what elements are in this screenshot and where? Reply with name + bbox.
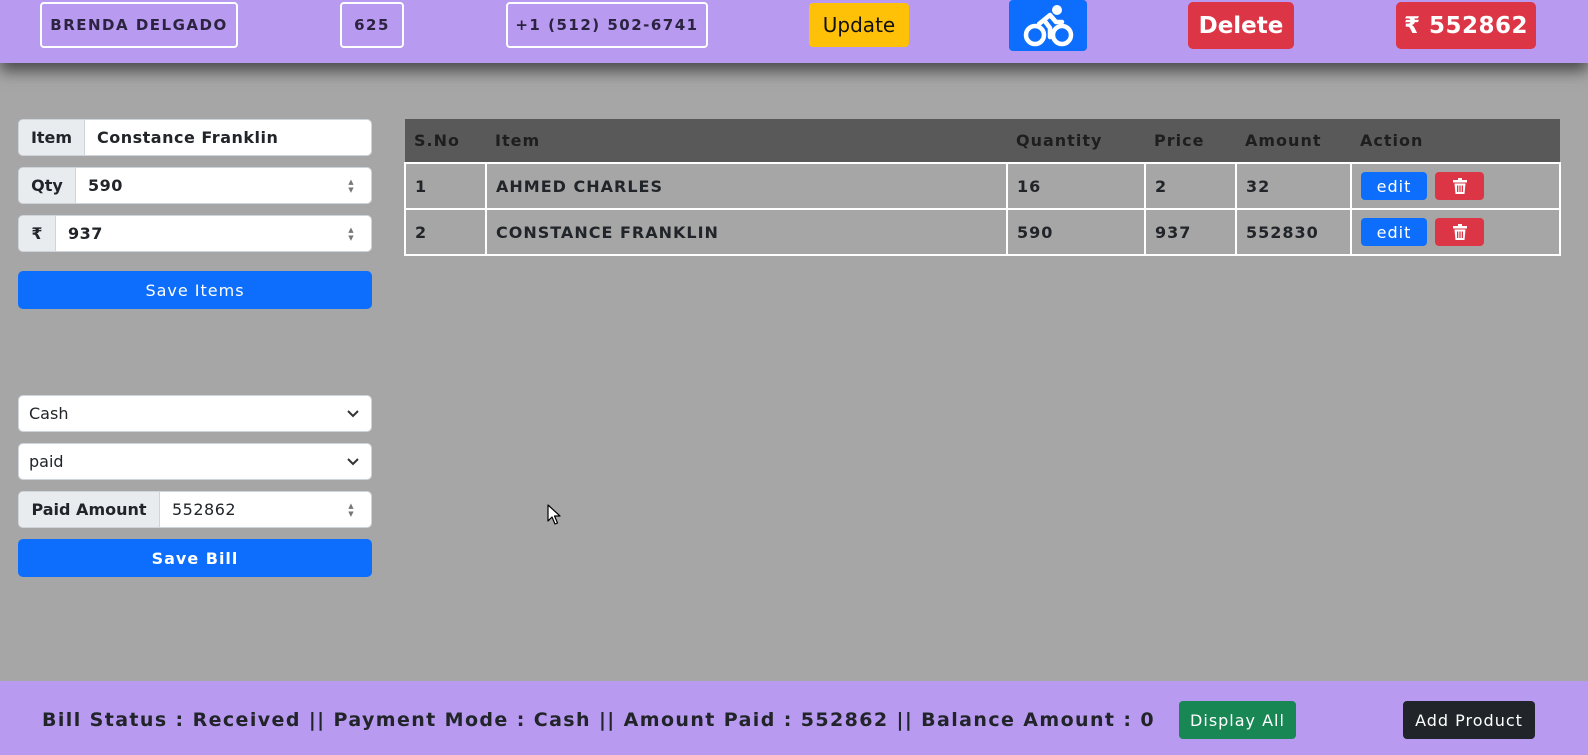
header-item: Item bbox=[486, 119, 1007, 164]
header-quantity: Quantity bbox=[1007, 119, 1145, 164]
items-table: S.No Item Quantity Price Amount Action 1… bbox=[404, 119, 1561, 256]
display-all-button[interactable]: Display All bbox=[1179, 701, 1296, 739]
top-bar: BRENDA DELGADO 625 +1 (512) 502-6741 Upd… bbox=[0, 0, 1588, 63]
total-amount-badge: ₹ 552862 bbox=[1396, 2, 1536, 49]
paid-amount-input[interactable]: 552862 bbox=[160, 492, 343, 527]
table-header-row: S.No Item Quantity Price Amount Action bbox=[405, 119, 1560, 164]
chevron-down-icon bbox=[347, 457, 359, 465]
header-sno: S.No bbox=[405, 119, 486, 164]
price-stepper[interactable]: ▲ ▼ bbox=[343, 216, 359, 251]
delivery-button[interactable] bbox=[1009, 0, 1087, 51]
qty-stepper[interactable]: ▲ ▼ bbox=[343, 168, 359, 203]
qty-label: Qty bbox=[19, 168, 76, 203]
delete-row-button[interactable] bbox=[1435, 218, 1484, 246]
cell-quantity: 590 bbox=[1006, 208, 1146, 256]
trash-icon bbox=[1452, 178, 1467, 194]
payment-mode-select[interactable]: Cash bbox=[18, 395, 372, 432]
price-input[interactable]: 937 bbox=[56, 216, 343, 251]
save-items-button[interactable]: Save Items bbox=[18, 271, 372, 309]
phone-number: +1 (512) 502-6741 bbox=[515, 16, 699, 34]
update-button[interactable]: Update bbox=[809, 3, 909, 47]
payment-mode-value: Cash bbox=[29, 404, 69, 423]
mouse-cursor-icon bbox=[547, 504, 561, 525]
cell-sno: 1 bbox=[404, 162, 487, 210]
cell-amount: 32 bbox=[1235, 162, 1352, 210]
customer-name-box: BRENDA DELGADO bbox=[40, 2, 238, 48]
edit-button[interactable]: edit bbox=[1361, 172, 1427, 200]
cell-item: CONSTANCE FRANKLIN bbox=[485, 208, 1008, 256]
item-input-group: Item Constance Franklin bbox=[18, 119, 372, 156]
bill-number: 625 bbox=[354, 16, 390, 34]
save-bill-button[interactable]: Save Bill bbox=[18, 539, 372, 577]
chevron-down-icon bbox=[347, 409, 359, 417]
bicycle-icon bbox=[1023, 4, 1074, 46]
payment-status-select[interactable]: paid bbox=[18, 443, 372, 480]
price-input-group: ₹ 937 ▲ ▼ bbox=[18, 215, 372, 252]
phone-box: +1 (512) 502-6741 bbox=[506, 2, 708, 48]
footer-bar: Bill Status : Received || Payment Mode :… bbox=[0, 681, 1588, 755]
paid-amount-input-group: Paid Amount 552862 ▲ ▼ bbox=[18, 491, 372, 528]
cell-action: edit bbox=[1350, 162, 1561, 210]
cell-action: edit bbox=[1350, 208, 1561, 256]
bill-number-box: 625 bbox=[340, 2, 404, 48]
payment-status-value: paid bbox=[29, 452, 64, 471]
qty-input[interactable]: 590 bbox=[76, 168, 343, 203]
header-amount: Amount bbox=[1236, 119, 1351, 164]
table-row: 1 AHMED CHARLES 16 2 32 edit bbox=[404, 162, 1561, 210]
bill-status-text: Bill Status : Received || Payment Mode :… bbox=[42, 709, 1156, 731]
cell-price: 937 bbox=[1144, 208, 1237, 256]
delete-button[interactable]: Delete bbox=[1188, 2, 1294, 49]
paid-amount-stepper[interactable]: ▲ ▼ bbox=[343, 492, 359, 527]
cell-quantity: 16 bbox=[1006, 162, 1146, 210]
item-label: Item bbox=[19, 120, 85, 155]
cell-price: 2 bbox=[1144, 162, 1237, 210]
cell-item: AHMED CHARLES bbox=[485, 162, 1008, 210]
edit-button[interactable]: edit bbox=[1361, 218, 1427, 246]
header-price: Price bbox=[1145, 119, 1236, 164]
cell-amount: 552830 bbox=[1235, 208, 1352, 256]
trash-icon bbox=[1452, 224, 1467, 240]
price-label: ₹ bbox=[19, 216, 56, 251]
header-action: Action bbox=[1351, 119, 1560, 164]
paid-amount-label: Paid Amount bbox=[19, 492, 160, 527]
customer-name: BRENDA DELGADO bbox=[50, 16, 228, 34]
delete-row-button[interactable] bbox=[1435, 172, 1484, 200]
table-row: 2 CONSTANCE FRANKLIN 590 937 552830 edit bbox=[404, 208, 1561, 256]
qty-input-group: Qty 590 ▲ ▼ bbox=[18, 167, 372, 204]
cell-sno: 2 bbox=[404, 208, 487, 256]
item-input[interactable]: Constance Franklin bbox=[85, 120, 371, 155]
add-product-button[interactable]: Add Product bbox=[1403, 701, 1535, 739]
